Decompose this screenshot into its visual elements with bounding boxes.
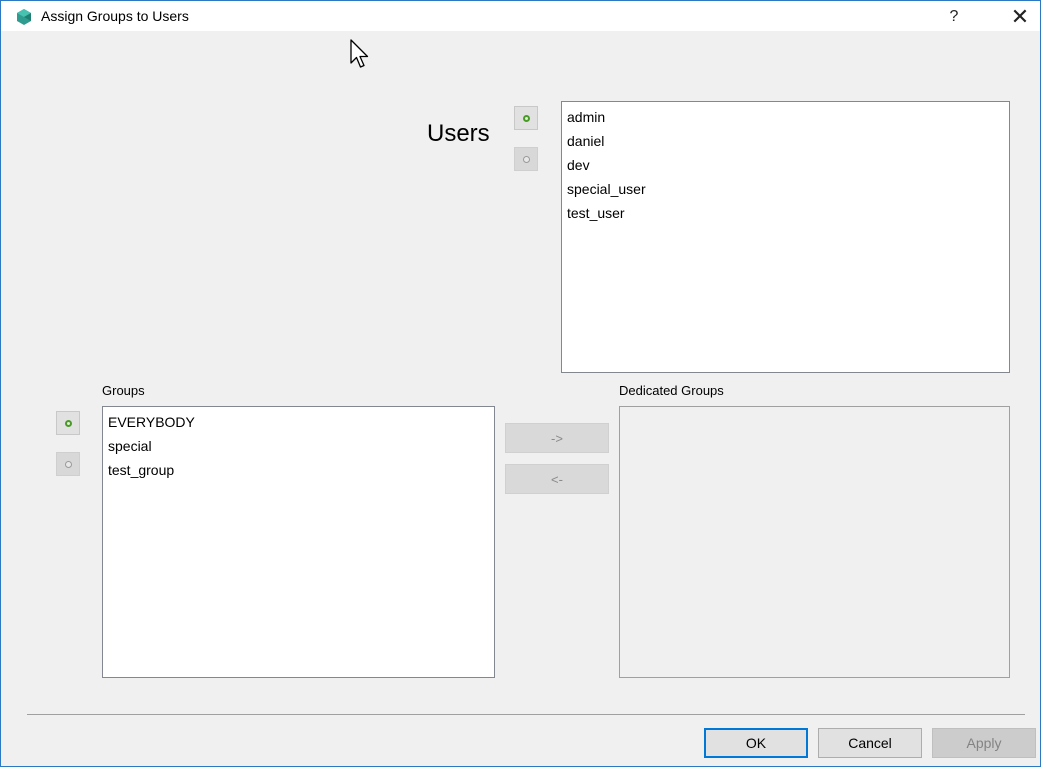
- remove-circle-icon: [522, 155, 530, 163]
- dedicated-groups-label: Dedicated Groups: [619, 383, 724, 398]
- cancel-button[interactable]: Cancel: [818, 728, 922, 758]
- close-button[interactable]: ✕: [1005, 4, 1035, 29]
- add-circle-icon: [522, 114, 530, 122]
- remove-user-button[interactable]: [514, 147, 538, 171]
- mouse-pointer-icon: [350, 39, 369, 68]
- dialog-window: Assign Groups to Users ? ✕ Users admin d…: [0, 0, 1041, 767]
- move-right-button[interactable]: ->: [505, 423, 609, 453]
- move-left-button[interactable]: <-: [505, 464, 609, 494]
- remove-group-button[interactable]: [56, 452, 80, 476]
- add-circle-icon: [64, 419, 72, 427]
- dedicated-groups-list[interactable]: [619, 406, 1010, 678]
- users-heading: Users: [427, 120, 490, 147]
- app-gem-icon: [17, 9, 31, 25]
- help-button[interactable]: ?: [939, 5, 969, 29]
- window-title: Assign Groups to Users: [41, 8, 189, 24]
- list-item[interactable]: test_group: [108, 458, 489, 482]
- list-item[interactable]: admin: [567, 105, 1004, 129]
- remove-circle-icon: [64, 460, 72, 468]
- add-group-button[interactable]: [56, 411, 80, 435]
- list-item[interactable]: test_user: [567, 201, 1004, 225]
- users-list[interactable]: admin daniel dev special_user test_user: [561, 101, 1010, 373]
- list-item[interactable]: dev: [567, 153, 1004, 177]
- ok-button[interactable]: OK: [704, 728, 808, 758]
- list-item[interactable]: special_user: [567, 177, 1004, 201]
- list-item[interactable]: special: [108, 434, 489, 458]
- groups-list[interactable]: EVERYBODY special test_group: [102, 406, 495, 678]
- title-bar: Assign Groups to Users ? ✕: [1, 1, 1040, 31]
- list-item[interactable]: daniel: [567, 129, 1004, 153]
- groups-label: Groups: [102, 383, 145, 398]
- apply-button[interactable]: Apply: [932, 728, 1036, 758]
- add-user-button[interactable]: [514, 106, 538, 130]
- list-item[interactable]: EVERYBODY: [108, 410, 489, 434]
- footer-separator: [27, 714, 1025, 715]
